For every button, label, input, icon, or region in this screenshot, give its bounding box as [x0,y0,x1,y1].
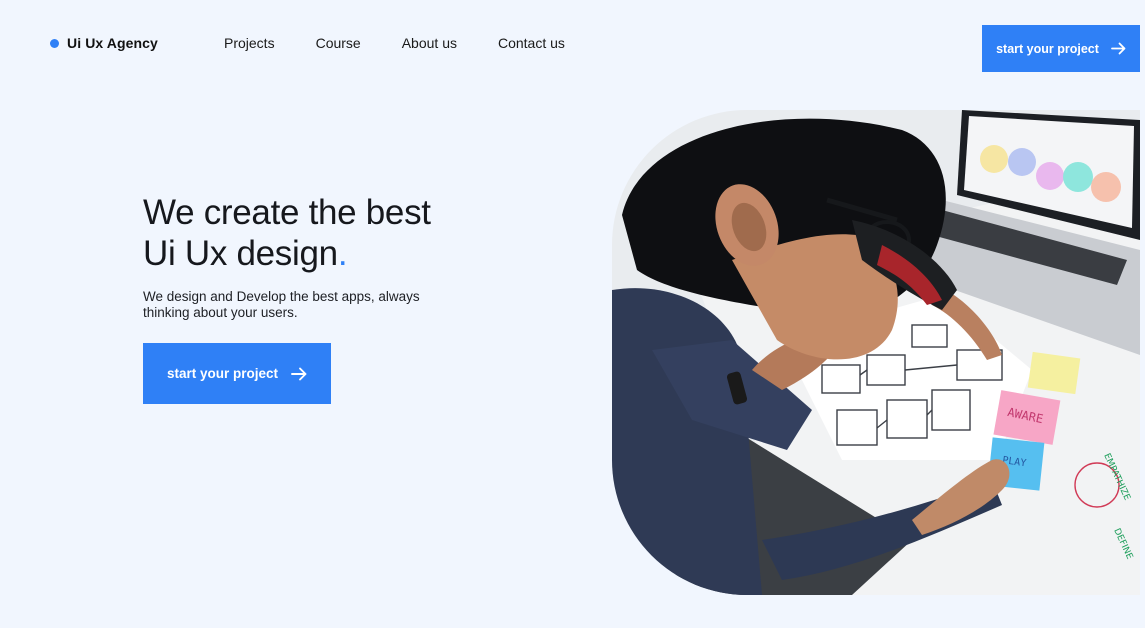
arrow-right-icon [1111,42,1126,55]
brand-dot-icon [50,38,59,48]
hero-title-line-2: Ui Ux design. [143,233,523,274]
brand-logo[interactable]: Ui Ux Agency [50,35,158,51]
hero-image: AWARE PLAY EMPATHIZE DEFINE [612,110,1140,595]
hero-title-line-2-text: Ui Ux design [143,234,338,273]
hero-start-project-label: start your project [166,366,279,381]
hero-subtitle: We design and Develop the best apps, alw… [143,289,420,320]
sticky-note-yellow [1027,351,1081,395]
nav-item-projects[interactable]: Projects [224,35,275,51]
nav-item-contact-us[interactable]: Contact us [498,35,565,51]
nav-item-course[interactable]: Course [316,35,361,51]
header-start-project-label: start your project [996,41,1099,56]
hero-title: We create the best Ui Ux design. [143,192,523,274]
brand-name: Ui Ux Agency [67,35,158,51]
hero-title-accent-dot: . [337,234,348,273]
main-nav: Projects Course About us Contact us [224,35,565,51]
arrow-right-icon [291,367,307,381]
hero-image-illustration: AWARE PLAY EMPATHIZE DEFINE [612,110,1140,595]
hero-title-line-1: We create the best [143,193,431,232]
nav-item-about-us[interactable]: About us [402,35,457,51]
hero-start-project-button[interactable]: start your project [143,343,331,404]
header-start-project-button[interactable]: start your project [982,25,1140,72]
